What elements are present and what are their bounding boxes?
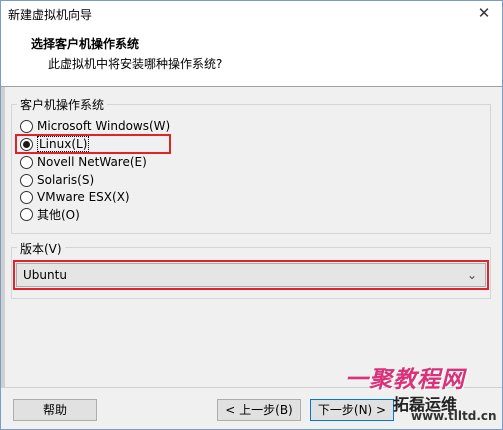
- page-title: 选择客户机操作系统: [31, 37, 140, 51]
- wizard-header: 选择客户机操作系统 此虚拟机中将安装哪种操作系统?: [1, 26, 502, 87]
- new-vm-wizard-window: 新建虚拟机向导 ✕ 选择客户机操作系统 此虚拟机中将安装哪种操作系统? 客户机操…: [0, 0, 503, 430]
- radio-solaris[interactable]: Solaris(S): [20, 171, 94, 189]
- radio-label: 其他(O): [37, 207, 80, 222]
- guest-os-legend: 客户机操作系统: [17, 96, 108, 113]
- radio-button[interactable]: [20, 173, 33, 187]
- back-button[interactable]: < 上一步(B): [217, 399, 301, 421]
- version-legend: 版本(V): [17, 240, 65, 257]
- radio-button[interactable]: [20, 155, 33, 169]
- radio-other[interactable]: 其他(O): [20, 205, 80, 223]
- radio-button[interactable]: [20, 190, 33, 204]
- close-icon[interactable]: ✕: [473, 4, 495, 24]
- window-title: 新建虚拟机向导: [8, 8, 93, 22]
- watermark-text: 一聚教程网: [345, 367, 465, 393]
- title-bar: 新建虚拟机向导 ✕: [1, 1, 502, 26]
- radio-label: Microsoft Windows(W): [37, 119, 171, 133]
- window-edge-strip: [1, 87, 5, 387]
- radio-label: VMware ESX(X): [37, 190, 130, 204]
- page-subtitle: 此虚拟机中将安装哪种操作系统?: [48, 57, 223, 71]
- help-button[interactable]: 帮助: [13, 399, 97, 421]
- highlight-box-version: [13, 260, 489, 290]
- radio-vmware-esx[interactable]: VMware ESX(X): [20, 188, 130, 206]
- highlight-box-linux: [15, 134, 171, 154]
- footer-divider: [1, 387, 502, 388]
- radio-microsoft-windows[interactable]: Microsoft Windows(W): [20, 117, 170, 135]
- watermark-url: www.tlltd.cn: [411, 409, 497, 423]
- radio-novell-netware[interactable]: Novell NetWare(E): [20, 153, 147, 171]
- radio-label: Solaris(S): [37, 173, 95, 187]
- next-button[interactable]: 下一步(N) >: [310, 399, 394, 421]
- radio-label: Novell NetWare(E): [37, 155, 147, 169]
- radio-button[interactable]: [20, 119, 33, 133]
- radio-button[interactable]: [20, 207, 33, 221]
- watermark-brand: 拓磊运维: [393, 395, 458, 414]
